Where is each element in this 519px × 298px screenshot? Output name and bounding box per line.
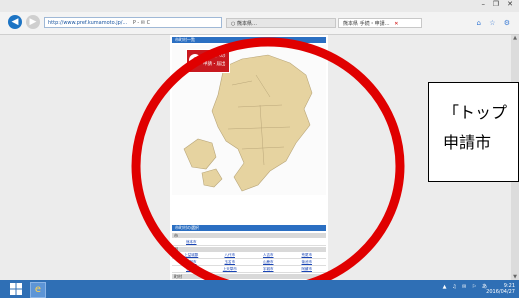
minimize-icon[interactable]: – [482, 0, 486, 8]
table-row: 宇土市 上天草市 宇城市 阿蘇市 [172, 266, 326, 273]
municipality-link[interactable] [288, 239, 327, 245]
forward-button[interactable]: ▶ [26, 15, 40, 29]
tab-1[interactable]: ○ 熊本県… [226, 18, 336, 28]
municipality-link[interactable]: 玉名市 [211, 259, 250, 265]
toolbar-icons[interactable]: ⌂ ☆ ⚙ [477, 19, 513, 27]
back-button[interactable]: ◀ [8, 15, 22, 29]
municipality-link[interactable]: 水俣市 [172, 259, 211, 265]
banner-line-1: 熊本県への [203, 54, 226, 59]
internet-explorer-icon[interactable]: e [30, 282, 46, 298]
callout-box: 「トップ 申請市 [428, 82, 519, 182]
browser-toolbar: ◀ ▶ http://www.pref.kumamoto.jp/... P - … [0, 12, 519, 35]
scroll-up-icon[interactable]: ▲ [511, 35, 519, 41]
callout-line-2: 申請市 [443, 133, 492, 152]
page-header: 市町村一覧 [172, 37, 326, 43]
prefecture-logo-icon [189, 54, 201, 66]
section-head: 町村 [172, 274, 326, 279]
region-table-title: 市町村の選択 [172, 225, 326, 231]
municipality-link[interactable]: 熊本市 [172, 239, 211, 245]
municipality-link[interactable]: 上益城郡 [172, 252, 211, 258]
clock[interactable]: 9:21 2016/04/27 [486, 283, 515, 295]
tab-2[interactable]: 熊本県 手続・申請… ✕ [338, 18, 422, 28]
application-banner[interactable]: 熊本県への 申請・届出 [186, 49, 230, 73]
prefecture-map[interactable]: 熊本県への 申請・届出 [172, 45, 326, 195]
municipality-link[interactable]: 菊池市 [288, 259, 327, 265]
municipality-link[interactable]: 阿蘇市 [288, 266, 327, 272]
tab-label: 熊本県 手続・申請… [343, 21, 390, 27]
table-row: 上益城郡 八代市 人吉市 荒尾市 [172, 252, 326, 259]
windows-start-icon[interactable] [10, 283, 22, 295]
callout-line-1: 「トップ [443, 103, 508, 122]
municipality-link[interactable]: 荒尾市 [288, 252, 327, 258]
banner-text: 熊本県への 申請・届出 [203, 53, 226, 69]
table-row: 熊本市 [172, 239, 326, 246]
table-row: 水俣市 玉名市 山鹿市 菊池市 [172, 259, 326, 266]
section-head: 市 [172, 233, 326, 238]
banner-line-2: 申請・届出 [203, 62, 226, 67]
address-actions[interactable]: P - ✉ C [133, 20, 150, 26]
system-tray[interactable]: ▲ ♫ ✉ ⚐ あ [443, 283, 489, 290]
municipality-link[interactable] [249, 239, 288, 245]
municipality-link[interactable]: 宇土市 [172, 266, 211, 272]
tab-close-icon[interactable]: ✕ [394, 21, 398, 27]
close-icon[interactable]: ✕ [507, 0, 513, 8]
web-page: 市町村一覧 熊本県への 申請・届出 市町村の選択 市 熊本市 郡 上益城郡 八代… [170, 35, 328, 280]
address-url: http://www.pref.kumamoto.jp/... [48, 20, 128, 26]
title-bar: – ❐ ✕ [0, 0, 519, 12]
municipality-link[interactable]: 宇城市 [249, 266, 288, 272]
address-bar[interactable]: http://www.pref.kumamoto.jp/... P - ✉ C [44, 17, 222, 28]
restore-icon[interactable]: ❐ [493, 0, 499, 8]
municipality-link[interactable] [211, 239, 250, 245]
tab-label: ○ 熊本県… [231, 21, 257, 27]
municipality-link[interactable]: 上天草市 [211, 266, 250, 272]
taskbar: e ▲ ♫ ✉ ⚐ あ 9:21 2016/04/27 [0, 280, 519, 298]
municipality-link[interactable]: 山鹿市 [249, 259, 288, 265]
municipality-link[interactable]: 人吉市 [249, 252, 288, 258]
clock-date: 2016/04/27 [486, 289, 515, 295]
municipality-link[interactable]: 八代市 [211, 252, 250, 258]
